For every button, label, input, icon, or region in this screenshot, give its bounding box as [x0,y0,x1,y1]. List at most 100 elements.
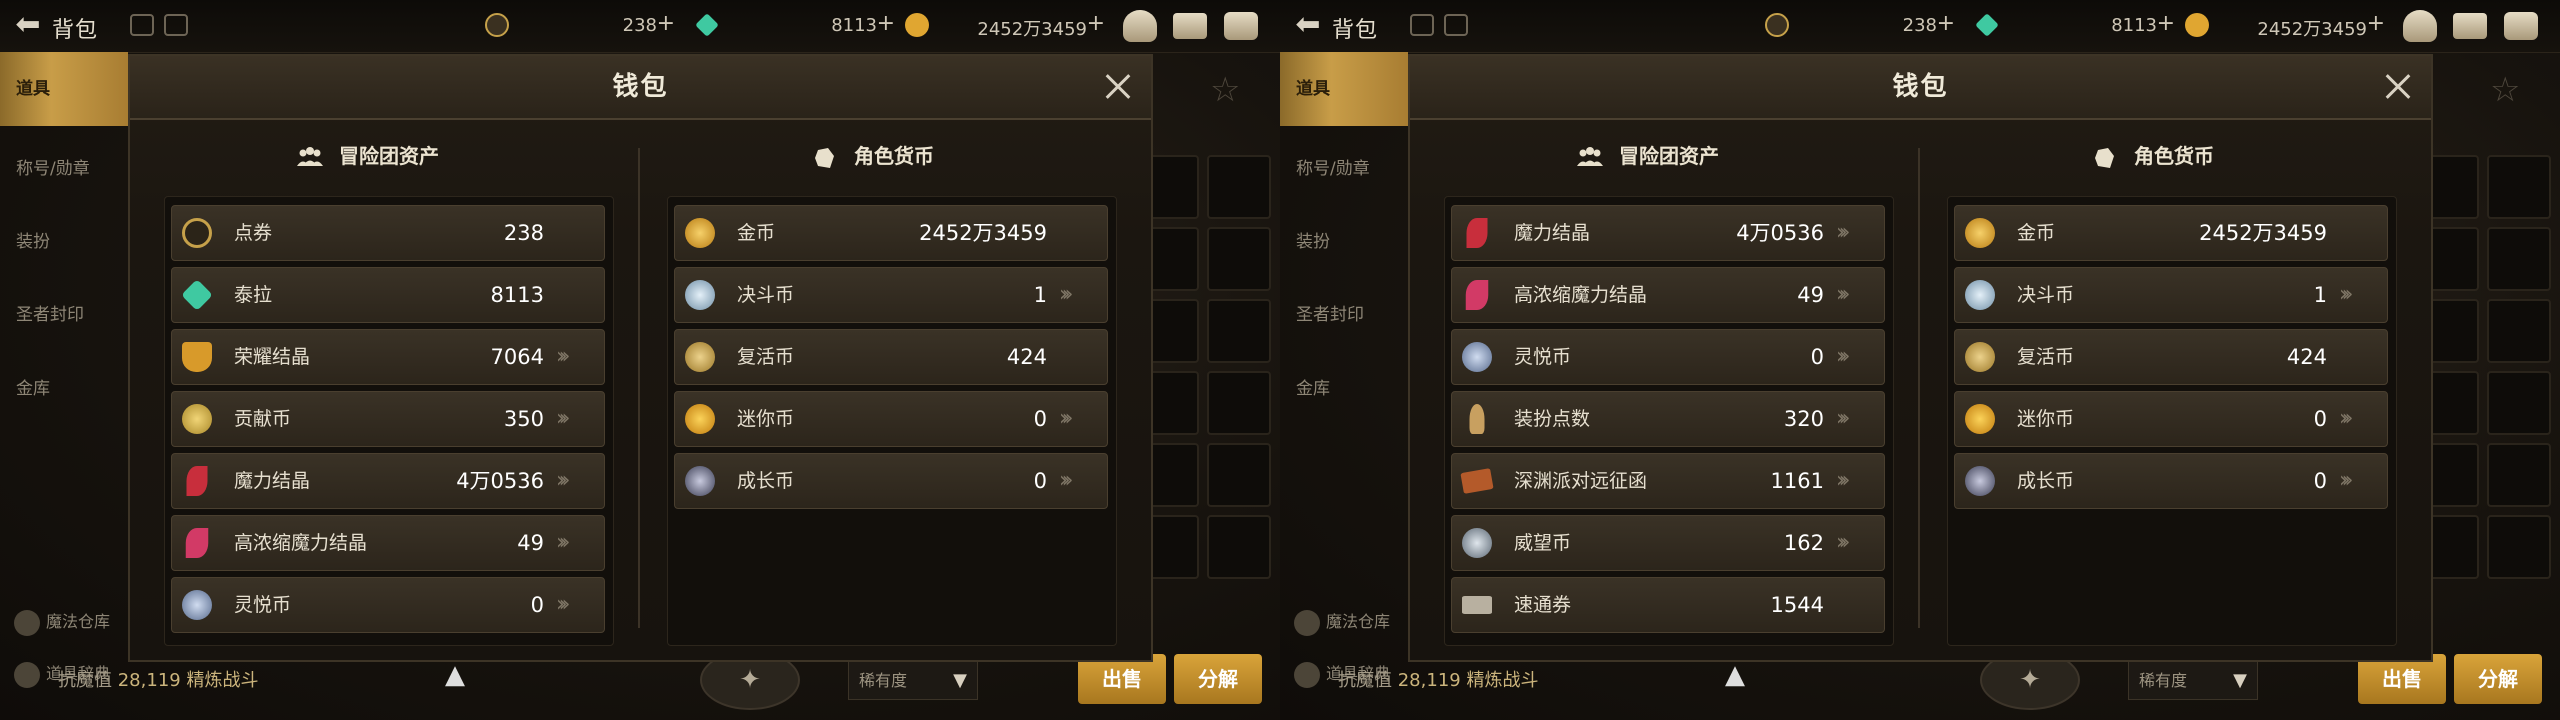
chevron-up-icon[interactable]: ▲ [1725,660,1745,690]
inventory-slot[interactable] [2487,515,2551,579]
currency-row-magic-crystal[interactable]: 魔力结晶 4万0536 ››› [1451,205,1885,261]
magic-storage-link[interactable]: 魔法仓库 [14,608,110,636]
inventory-slot[interactable] [1207,515,1271,579]
favorite-star-icon[interactable]: ☆ [2490,70,2520,110]
disassemble-button[interactable]: 分解 [2454,654,2542,704]
currency-row-condensed-crystal[interactable]: 高浓缩魔力结晶 49 ››› [1451,267,1885,323]
inventory-slot[interactable] [1207,443,1271,507]
currency-row-glory-crystal[interactable]: 荣耀结晶 7064 ››› [171,329,605,385]
currency-row-avatar-point[interactable]: 装扮点数 320 ››› [1451,391,1885,447]
rarity-select[interactable]: 稀有度 ▼ [848,660,978,700]
chevron-right-icon[interactable]: ››› [556,468,594,494]
currency-row-mini[interactable]: 迷你币 0 ››› [674,391,1108,447]
chevron-right-icon[interactable]: ››› [1836,530,1874,556]
adventure-assets-list[interactable]: 魔力结晶 4万0536 ››› 高浓缩魔力结晶 49 ››› 灵悦币 0 ›››… [1444,196,1894,646]
inventory-slot[interactable] [2487,227,2551,291]
sidebar-item-seal[interactable]: 圣者封印 [1280,290,1408,340]
chevron-right-icon[interactable]: ››› [1836,406,1874,432]
chevron-right-icon[interactable]: ››› [556,592,594,618]
add-taila-button[interactable]: + [877,11,895,36]
resource-taila[interactable]: 8113 + [695,11,895,41]
chevron-right-icon[interactable]: ››› [556,344,594,370]
inventory-slot[interactable] [2487,155,2551,219]
currency-row-taila[interactable]: 泰拉 8113 ››› [171,267,605,323]
storage-icon[interactable] [164,14,188,36]
inventory-slot[interactable] [1207,299,1271,363]
add-gold-button[interactable]: + [2367,11,2385,36]
currency-row-mini[interactable]: 迷你币 0 ››› [1954,391,2388,447]
currency-row-gold[interactable]: 金币 2452万3459 ››› [674,205,1108,261]
currency-row-speedrun-ticket[interactable]: 速通券 1544 ››› [1451,577,1885,633]
sidebar-item-items[interactable]: 道具 [0,52,128,126]
sidebar-item-avatar[interactable]: 装扮 [1280,217,1408,267]
inventory-slot[interactable] [1207,227,1271,291]
chevron-right-icon[interactable]: ››› [1836,220,1874,246]
chevron-right-icon[interactable]: ››› [2339,468,2377,494]
chevron-right-icon[interactable]: ››› [1059,468,1097,494]
disassemble-button[interactable]: 分解 [1174,654,1262,704]
inventory-slot[interactable] [2487,443,2551,507]
chevron-right-icon[interactable]: ››› [1836,468,1874,494]
chevron-right-icon[interactable]: ››› [1059,282,1097,308]
character-currency-list[interactable]: 金币 2452万3459 ››› 决斗币 1 ››› 复活币 424 ››› 迷… [667,196,1117,646]
add-taila-button[interactable]: + [2157,11,2175,36]
currency-row-magic-crystal[interactable]: 魔力结晶 4万0536 ››› [171,453,605,509]
inventory-slot[interactable] [1207,155,1271,219]
magic-storage-link[interactable]: 魔法仓库 [1294,608,1390,636]
add-dianquan-button[interactable]: + [1937,11,1955,36]
storage-icon[interactable] [1444,14,1468,36]
eye-icon[interactable] [130,14,154,36]
resource-dianquan[interactable]: 238 + [485,11,675,41]
currency-row-condensed-crystal[interactable]: 高浓缩魔力结晶 49 ››› [171,515,605,571]
chevron-right-icon[interactable]: ››› [556,406,594,432]
chevron-right-icon[interactable]: ››› [556,530,594,556]
currency-row-revive[interactable]: 复活币 424 ››› [674,329,1108,385]
currency-row-gold[interactable]: 金币 2452万3459 ››› [1954,205,2388,261]
chat-icon[interactable] [2504,12,2538,40]
add-dianquan-button[interactable]: + [657,11,675,36]
currency-row-growth[interactable]: 成长币 0 ››› [674,453,1108,509]
currency-row-prestige[interactable]: 威望币 162 ››› [1451,515,1885,571]
sidebar-item-titles[interactable]: 称号/勋章 [0,144,128,194]
eye-icon[interactable] [1410,14,1434,36]
sidebar-item-seal[interactable]: 圣者封印 [0,290,128,340]
mail-icon[interactable] [2453,13,2487,39]
shop-icon[interactable] [1123,10,1157,42]
chevron-right-icon[interactable]: ››› [1836,282,1874,308]
rarity-select[interactable]: 稀有度 ▼ [2128,660,2258,700]
chevron-up-icon[interactable]: ▲ [445,660,465,690]
currency-row-lingyue[interactable]: 灵悦币 0 ››› [1451,329,1885,385]
currency-row-contribution[interactable]: 贡献币 350 ››› [171,391,605,447]
inventory-slot[interactable] [1207,371,1271,435]
resource-taila[interactable]: 8113 + [1975,11,2175,41]
sidebar-item-vault[interactable]: 金库 [0,364,128,414]
resource-gold[interactable]: 2452万3459 + [905,11,1105,41]
sidebar-item-vault[interactable]: 金库 [1280,364,1408,414]
adventure-assets-list[interactable]: 点券 238 ››› 泰拉 8113 ››› 荣耀结晶 7064 ››› 贡献币… [164,196,614,646]
chevron-right-icon[interactable]: ››› [2339,406,2377,432]
currency-row-revive[interactable]: 复活币 424 ››› [1954,329,2388,385]
add-gold-button[interactable]: + [1087,11,1105,36]
currency-row-duel[interactable]: 决斗币 1 ››› [1954,267,2388,323]
chevron-right-icon[interactable]: ››› [1059,406,1097,432]
inventory-slot[interactable] [2487,299,2551,363]
currency-row-dianquan[interactable]: 点券 238 ››› [171,205,605,261]
character-currency-list[interactable]: 金币 2452万3459 ››› 决斗币 1 ››› 复活币 424 ››› 迷… [1947,196,2397,646]
sidebar-item-titles[interactable]: 称号/勋章 [1280,144,1408,194]
shop-icon[interactable] [2403,10,2437,42]
sidebar-item-items[interactable]: 道具 [1280,52,1408,126]
back-arrow-icon[interactable]: ⬅ [10,10,46,42]
resource-dianquan[interactable]: 238 + [1765,11,1955,41]
resource-gold[interactable]: 2452万3459 + [2185,11,2385,41]
currency-row-duel[interactable]: 决斗币 1 ››› [674,267,1108,323]
chevron-right-icon[interactable]: ››› [2339,282,2377,308]
currency-row-abyss-ticket[interactable]: 深渊派对远征函 1161 ››› [1451,453,1885,509]
back-arrow-icon[interactable]: ⬅ [1290,10,1326,42]
close-icon[interactable] [2379,68,2417,106]
mail-icon[interactable] [1173,13,1207,39]
currency-row-lingyue[interactable]: 灵悦币 0 ››› [171,577,605,633]
close-icon[interactable] [1099,68,1137,106]
inventory-slot[interactable] [2487,371,2551,435]
chevron-right-icon[interactable]: ››› [1836,344,1874,370]
chat-icon[interactable] [1224,12,1258,40]
